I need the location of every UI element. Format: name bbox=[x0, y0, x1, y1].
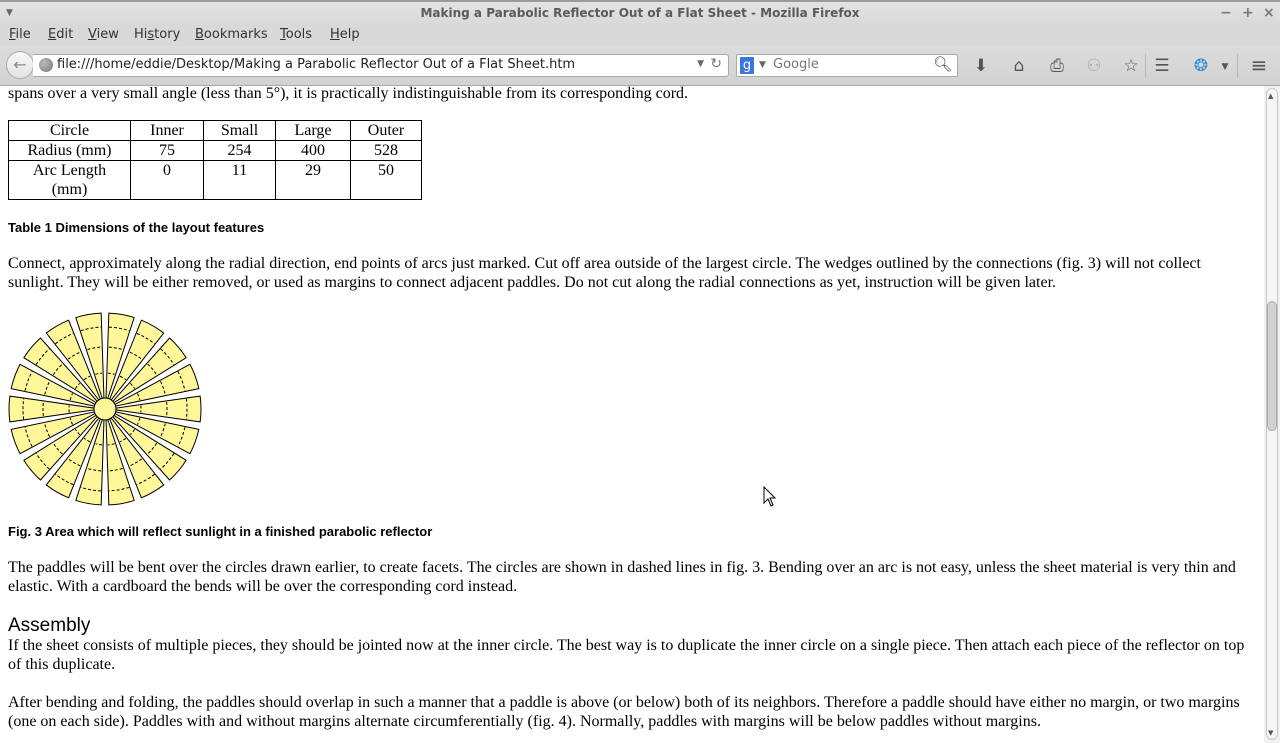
search-bar[interactable]: g ▼ Google 🔍︎ bbox=[736, 54, 958, 77]
download-icon[interactable]: ⬇ bbox=[970, 56, 992, 76]
google-icon[interactable]: g bbox=[740, 57, 754, 74]
menu-history[interactable]: History bbox=[134, 27, 180, 42]
table-header-cell: Outer bbox=[350, 120, 422, 141]
assembly-heading: Assembly bbox=[8, 615, 91, 636]
table-cell: Radius (mm) bbox=[8, 140, 131, 161]
menu-edit-label: dit bbox=[56, 27, 74, 42]
navigation-toolbar: ← file:///home/eddie/Desktop/Making a Pa… bbox=[0, 46, 1280, 86]
vertical-scrollbar[interactable]: ▲ ▼ bbox=[1264, 86, 1280, 743]
menu-history-label: tory bbox=[154, 27, 181, 42]
url-input[interactable]: file:///home/eddie/Desktop/Making a Para… bbox=[57, 57, 575, 72]
table-header-cell: Small bbox=[203, 120, 276, 141]
toolbar-separator bbox=[1145, 54, 1146, 78]
paddles-paragraph: The paddles will be bent over the circle… bbox=[8, 559, 1236, 595]
menu-view-access-key: V bbox=[88, 27, 97, 42]
home-icon[interactable]: ⌂ bbox=[1008, 56, 1030, 76]
print-icon[interactable]: ⎙ bbox=[1046, 56, 1068, 76]
window-titlebar: ▼ Making a Parabolic Reflector Out of a … bbox=[0, 0, 1280, 26]
connect-paragraph: Connect, approximately along the radial … bbox=[8, 255, 1201, 291]
back-icon: ← bbox=[13, 55, 27, 74]
menu-file-label: ile bbox=[15, 27, 31, 42]
scroll-down-arrow-icon[interactable]: ▼ bbox=[1268, 729, 1273, 737]
menu-bookmarks-label: ookmarks bbox=[203, 27, 268, 42]
reload-icon[interactable]: ↻ bbox=[710, 56, 722, 72]
menu-help-access-key: H bbox=[330, 27, 340, 42]
menu-help[interactable]: Help bbox=[330, 27, 360, 42]
menu-view-label: iew bbox=[96, 27, 119, 42]
search-engine-dropdown-icon[interactable]: ▼ bbox=[759, 60, 766, 70]
table-cell-line: Arc Length bbox=[32, 162, 107, 179]
overlap-paragraph: After bending and folding, the paddles s… bbox=[8, 694, 1240, 730]
bookmarks-list-icon[interactable]: ☰ bbox=[1151, 56, 1173, 76]
table-cell: Arc Length (mm) bbox=[8, 160, 131, 200]
table-row: Arc Length (mm) 0 11 29 50 bbox=[8, 160, 422, 200]
table-row: Radius (mm) 75 254 400 528 bbox=[8, 140, 422, 161]
menu-edit[interactable]: Edit bbox=[48, 27, 73, 42]
page-content: spans over a very small angle (less than… bbox=[0, 86, 1264, 743]
table-header-cell: Inner bbox=[130, 120, 204, 141]
menu-view[interactable]: View bbox=[88, 27, 119, 42]
table-cell: 254 bbox=[203, 140, 276, 161]
table-cell: 400 bbox=[275, 140, 351, 161]
paddle-layout-figure bbox=[8, 312, 202, 506]
figure-caption: Fig. 3 Area which will reflect sunlight … bbox=[8, 524, 433, 539]
table-cell: 0 bbox=[130, 160, 204, 200]
back-button[interactable]: ← bbox=[6, 51, 34, 79]
menu-file[interactable]: File bbox=[9, 27, 31, 42]
toolbar-separator bbox=[1237, 54, 1238, 78]
mouse-cursor-icon bbox=[763, 486, 777, 507]
close-button[interactable]: × bbox=[1263, 5, 1275, 21]
scrollbar-thumb[interactable] bbox=[1267, 301, 1277, 431]
window-title: Making a Parabolic Reflector Out of a Fl… bbox=[420, 6, 860, 20]
assembly-paragraph: If the sheet consists of multiple pieces… bbox=[8, 637, 1245, 673]
search-input[interactable]: Google bbox=[773, 57, 819, 72]
menu-tools-label: ools bbox=[285, 27, 313, 42]
menu-icon[interactable]: ≡ bbox=[1248, 53, 1270, 77]
table-cell: 528 bbox=[350, 140, 422, 161]
dimensions-table: Circle Inner Small Large Outer Radius (m… bbox=[8, 120, 422, 200]
table-cell: 11 bbox=[203, 160, 276, 200]
menu-history-pre: Hi bbox=[134, 27, 148, 42]
url-bar[interactable]: file:///home/eddie/Desktop/Making a Para… bbox=[33, 54, 729, 77]
maximize-button[interactable]: + bbox=[1242, 5, 1254, 21]
table-header-cell: Large bbox=[275, 120, 351, 141]
menu-bookmarks-access-key: B bbox=[195, 27, 204, 42]
table-cell-line: (mm) bbox=[51, 181, 88, 198]
extension-dropdown-icon[interactable]: ▼ bbox=[1214, 62, 1236, 72]
table-caption: Table 1 Dimensions of the layout feature… bbox=[8, 220, 265, 235]
scroll-up-arrow-icon[interactable]: ▲ bbox=[1268, 92, 1273, 100]
menu-bookmarks[interactable]: Bookmarks bbox=[195, 27, 268, 42]
table-header-cell: Circle bbox=[8, 120, 131, 141]
menu-tools[interactable]: Tools bbox=[280, 27, 312, 42]
url-dropdown-icon[interactable]: ▼ bbox=[697, 59, 704, 69]
intro-paragraph: spans over a very small angle (less than… bbox=[8, 86, 689, 102]
menu-bar: File Edit View History Bookmarks Tools H… bbox=[0, 26, 1280, 46]
minimize-button[interactable]: − bbox=[1220, 5, 1232, 21]
addon-icon[interactable]: ⚇ bbox=[1083, 56, 1105, 76]
search-icon[interactable]: 🔍︎ bbox=[933, 55, 952, 73]
table-cell: 29 bbox=[275, 160, 351, 200]
bookmark-star-icon[interactable]: ☆ bbox=[1120, 56, 1142, 76]
table-cell: 50 bbox=[350, 160, 422, 200]
globe-icon bbox=[39, 58, 53, 72]
table-header-row: Circle Inner Small Large Outer bbox=[8, 120, 422, 141]
menu-edit-access-key: E bbox=[48, 27, 57, 42]
inner-circle bbox=[93, 397, 117, 421]
extension-icon[interactable]: ❂ bbox=[1190, 56, 1212, 76]
menu-help-label: elp bbox=[339, 27, 360, 42]
table-cell: 75 bbox=[130, 140, 204, 161]
